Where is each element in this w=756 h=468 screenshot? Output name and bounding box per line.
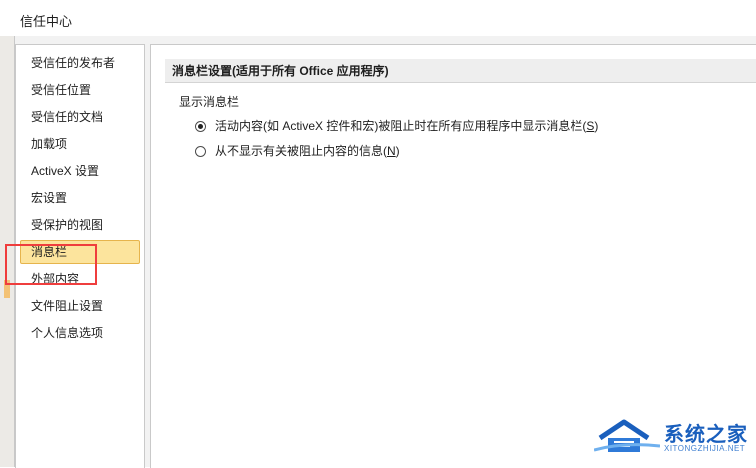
option-never-show-info[interactable]: 从不显示有关被阻止内容的信息(N) bbox=[195, 142, 400, 160]
group-label: 显示消息栏 bbox=[179, 95, 240, 109]
radio-button-checked[interactable] bbox=[195, 120, 206, 132]
sidebar-item-protected-view[interactable]: 受保护的视图 bbox=[20, 213, 140, 237]
dialog-body: 受信任的发布者 受信任位置 受信任的文档 加载项 ActiveX 设置 宏设置 … bbox=[0, 36, 756, 468]
settings-panel: 消息栏设置(适用于所有 Office 应用程序) 显示消息栏 活动内容(如 Ac… bbox=[150, 44, 756, 468]
sidebar-item-privacy-options[interactable]: 个人信息选项 bbox=[20, 321, 140, 345]
sidebar-item-macro-settings[interactable]: 宏设置 bbox=[20, 186, 140, 210]
sidebar-item-file-block-settings[interactable]: 文件阻止设置 bbox=[20, 294, 140, 318]
sidebar-item-activex-settings[interactable]: ActiveX 设置 bbox=[20, 159, 140, 183]
category-sidebar: 受信任的发布者 受信任位置 受信任的文档 加载项 ActiveX 设置 宏设置 … bbox=[15, 44, 145, 468]
section-title: 消息栏设置(适用于所有 Office 应用程序) bbox=[165, 59, 756, 83]
parent-window-strip bbox=[0, 36, 15, 467]
radio-button[interactable] bbox=[195, 145, 206, 157]
parent-selection-indicator bbox=[4, 280, 10, 298]
sidebar-item-message-bar[interactable]: 消息栏 bbox=[20, 240, 140, 264]
sidebar-item-trusted-documents[interactable]: 受信任的文档 bbox=[20, 105, 140, 129]
sidebar-item-add-ins[interactable]: 加载项 bbox=[20, 132, 140, 156]
option-show-message-bar[interactable]: 活动内容(如 ActiveX 控件和宏)被阻止时在所有应用程序中显示消息栏(S) bbox=[195, 117, 598, 135]
window-title: 信任中心 bbox=[20, 14, 73, 29]
option-label: 从不显示有关被阻止内容的信息(N) bbox=[215, 144, 400, 158]
option-label: 活动内容(如 ActiveX 控件和宏)被阻止时在所有应用程序中显示消息栏(S) bbox=[215, 119, 599, 133]
sidebar-item-external-content[interactable]: 外部内容 bbox=[20, 267, 140, 291]
title-bar: 信任中心 bbox=[0, 0, 756, 37]
sidebar-item-trusted-publishers[interactable]: 受信任的发布者 bbox=[20, 51, 140, 75]
sidebar-item-trusted-locations[interactable]: 受信任位置 bbox=[20, 78, 140, 102]
